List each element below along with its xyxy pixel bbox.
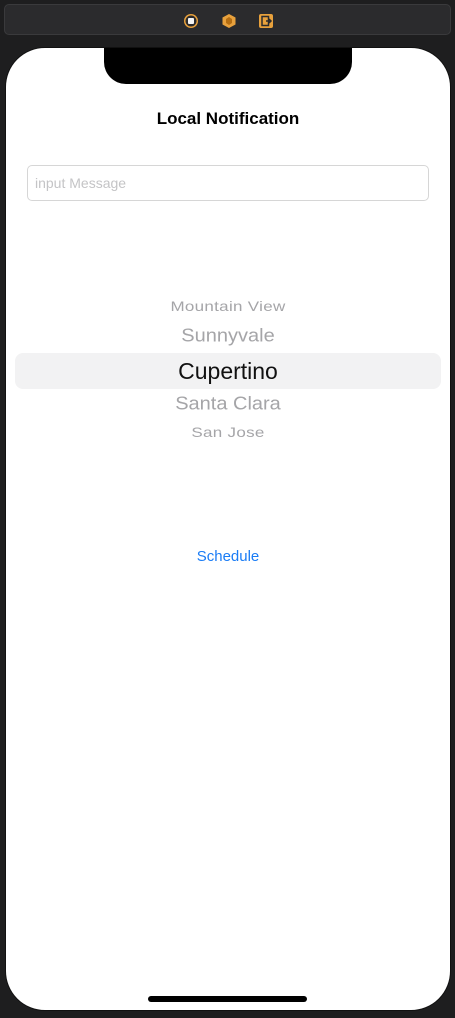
message-input[interactable]	[27, 165, 429, 201]
home-indicator	[148, 996, 307, 1002]
page-title: Local Notification	[156, 109, 300, 128]
picker-item[interactable]: San Jose	[6, 425, 450, 441]
picker-item[interactable]: Sunnyvale	[6, 326, 450, 347]
picker-item[interactable]: Mountain View	[6, 299, 450, 315]
stop-square-icon[interactable]	[183, 13, 199, 29]
storyboard-scene-bar	[4, 4, 451, 35]
iphone-screen: Local Notification Mountain View Sunnyva…	[5, 47, 451, 1011]
exit-icon[interactable]	[258, 13, 274, 29]
device-notch	[104, 48, 352, 84]
picker-item[interactable]: Santa Clara	[6, 394, 450, 415]
picker-item-selected[interactable]: Cupertino	[6, 358, 450, 385]
city-picker[interactable]: Mountain View Sunnyvale Cupertino Santa …	[6, 291, 450, 451]
schedule-button[interactable]: Schedule	[6, 548, 450, 565]
cube-icon[interactable]	[221, 13, 237, 29]
